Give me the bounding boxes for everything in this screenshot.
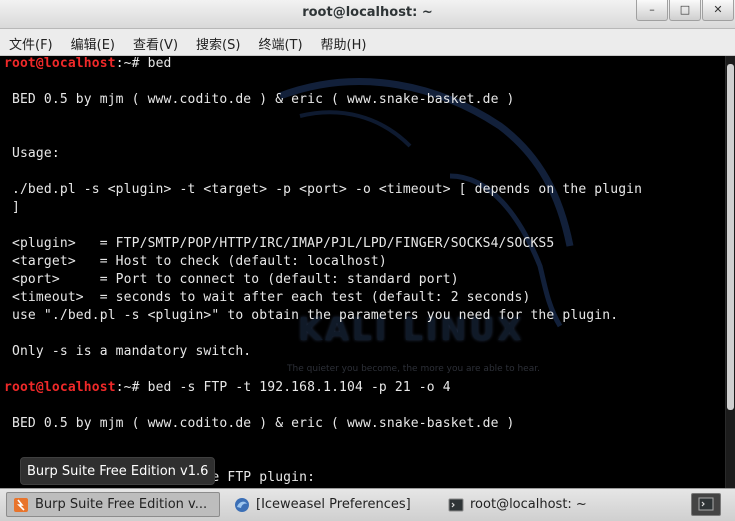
- taskbar-label: Burp Suite Free Edition v...: [35, 497, 208, 512]
- output-line: <plugin> = FTP/SMTP/POP/HTTP/IRC/IMAP/PJ…: [4, 236, 555, 251]
- workspace-terminal-icon: [698, 497, 714, 511]
- taskbar-item-terminal[interactable]: root@localhost: ~: [448, 492, 648, 517]
- prompt-path: :~#: [115, 380, 140, 395]
- maximize-button[interactable]: □: [669, 0, 701, 21]
- output-line: <timeout> = seconds to wait after each t…: [4, 290, 531, 305]
- taskbar-label: [Iceweasel Preferences]: [256, 497, 411, 512]
- output-line: use "./bed.pl -s <plugin>" to obtain the…: [4, 308, 619, 323]
- output-line: Usage:: [4, 146, 60, 161]
- prompt-user: root@localhost: [4, 380, 116, 395]
- command-text: bed -s FTP -t 192.168.1.104 -p 21 -o 4: [139, 380, 451, 395]
- menu-file[interactable]: 文件(F): [0, 29, 62, 55]
- taskbar-item-iceweasel[interactable]: [Iceweasel Preferences]: [234, 492, 434, 517]
- scrollbar-thumb[interactable]: [727, 64, 734, 410]
- menu-search[interactable]: 搜索(S): [187, 29, 249, 55]
- menu-bar: 文件(F) 编辑(E) 查看(V) 搜索(S) 终端(T) 帮助(H): [0, 29, 735, 56]
- menu-help[interactable]: 帮助(H): [312, 29, 376, 55]
- output-line: BED 0.5 by mjm ( www.codito.de ) & eric …: [4, 416, 515, 431]
- terminal-output[interactable]: KALI LINUX The quieter you become, the m…: [0, 56, 726, 488]
- output-line: Only -s is a mandatory switch.: [4, 344, 252, 359]
- prompt-path: :~#: [115, 56, 140, 71]
- taskbar-label: root@localhost: ~: [470, 497, 587, 512]
- burp-icon: [14, 497, 28, 512]
- menu-view[interactable]: 查看(V): [124, 29, 187, 55]
- output-line: <target> = Host to check (default: local…: [4, 254, 387, 269]
- command-text: bed: [139, 56, 172, 71]
- output-line: <port> = Port to connect to (default: st…: [4, 272, 459, 287]
- close-button[interactable]: ✕: [702, 0, 734, 21]
- taskbar-item-burp[interactable]: Burp Suite Free Edition v...: [6, 492, 220, 517]
- output-line: BED 0.5 by mjm ( www.codito.de ) & eric …: [4, 92, 515, 107]
- menu-terminal[interactable]: 终端(T): [249, 29, 311, 55]
- terminal-scrollbar[interactable]: [725, 56, 735, 488]
- window-title: root@localhost: ~: [302, 5, 433, 20]
- iceweasel-icon: [235, 497, 249, 512]
- output-line: ./bed.pl -s <plugin> -t <target> -p <por…: [4, 182, 643, 197]
- prompt-line-1: root@localhost:~# bed: [4, 56, 172, 71]
- terminal-icon: [448, 498, 464, 511]
- prompt-line-2: root@localhost:~# bed -s FTP -t 192.168.…: [4, 380, 451, 395]
- output-line: ]: [4, 200, 20, 215]
- title-bar[interactable]: root@localhost: ~ – □ ✕: [0, 0, 735, 29]
- window-controls: – □ ✕: [636, 0, 735, 21]
- prompt-user: root@localhost: [4, 56, 116, 71]
- taskbar: Burp Suite Free Edition v... [Iceweasel …: [0, 488, 735, 521]
- minimize-button[interactable]: –: [636, 0, 668, 21]
- kali-motto: The quieter you become, the more you are…: [287, 364, 540, 374]
- taskbar-tooltip: Burp Suite Free Edition v1.6: [20, 457, 215, 485]
- workspace-switcher[interactable]: [691, 493, 721, 516]
- menu-edit[interactable]: 编辑(E): [62, 29, 124, 55]
